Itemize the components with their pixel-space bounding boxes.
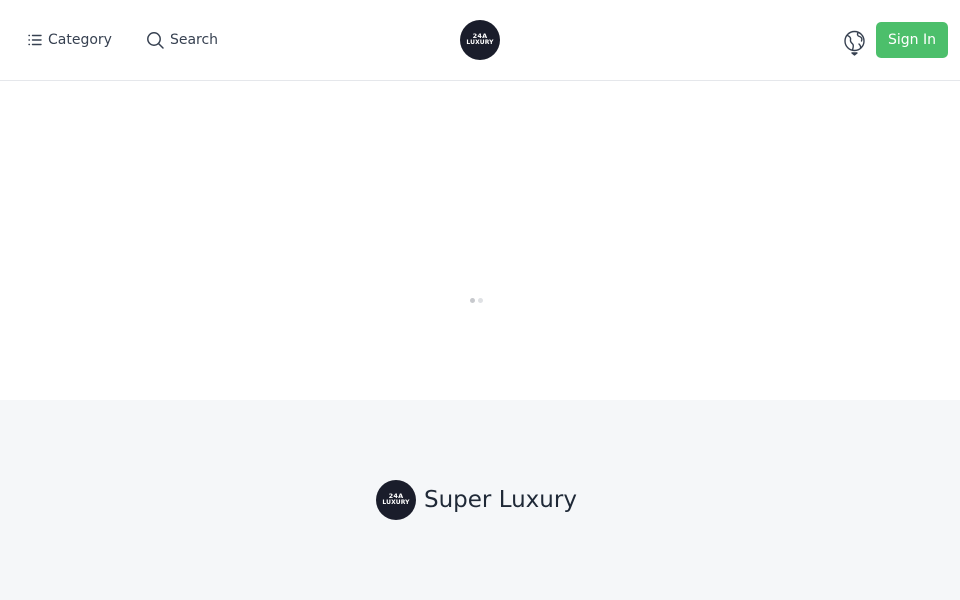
search-button[interactable]: Search	[146, 30, 218, 50]
logo-line2: LUXURY	[466, 39, 494, 47]
footer-logo: 24A LUXURY	[376, 480, 416, 520]
footer-brand-name: Super Luxury	[424, 487, 577, 513]
list-icon	[27, 32, 43, 48]
category-button[interactable]: Category	[27, 30, 112, 50]
header-nav-left: Category Search	[27, 30, 218, 50]
search-icon	[146, 31, 165, 50]
logo-line2: LUXURY	[382, 499, 410, 507]
search-label: Search	[169, 32, 219, 48]
language-button[interactable]	[843, 29, 867, 57]
sign-in-button[interactable]: Sign In	[876, 22, 948, 58]
top-header: Category Search 24A LUXURY Sign In	[0, 0, 960, 81]
globe-icon	[843, 30, 867, 61]
footer-brand[interactable]: 24A LUXURY Super Luxury	[376, 480, 577, 520]
loading-dot	[478, 298, 483, 303]
header-logo[interactable]: 24A LUXURY	[460, 20, 500, 60]
loading-indicator	[470, 298, 486, 303]
footer: 24A LUXURY Super Luxury	[0, 400, 960, 600]
category-label: Category	[48, 32, 112, 48]
loading-dot	[470, 298, 475, 303]
